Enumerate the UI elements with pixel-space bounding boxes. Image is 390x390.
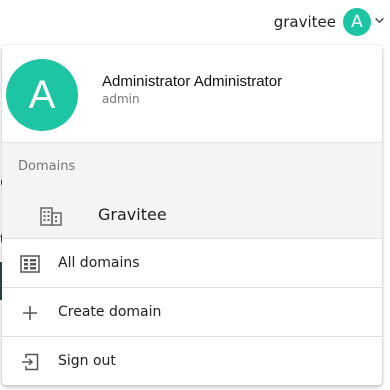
- profile-full-name: Administrator Administrator: [102, 73, 283, 90]
- domain-item-label: Gravitee: [98, 205, 167, 224]
- menu-item-all-domains[interactable]: All domains: [2, 238, 382, 287]
- sign-out-icon: [22, 353, 39, 371]
- menu-item-sign-out[interactable]: Sign out: [2, 336, 382, 385]
- view-grid-icon: [20, 255, 40, 273]
- menu-item-label: Create domain: [58, 304, 162, 320]
- profile-section: A Administrator Administrator admin: [2, 45, 382, 142]
- user-menu: A Administrator Administrator admin Doma…: [2, 45, 382, 385]
- plus-icon: [23, 306, 37, 320]
- profile-username: admin: [102, 92, 140, 106]
- menu-item-label: Sign out: [58, 353, 116, 369]
- building-icon: [40, 207, 62, 226]
- menu-item-label: All domains: [58, 255, 140, 271]
- chevron-down-icon[interactable]: [374, 15, 385, 26]
- user-avatar[interactable]: A: [343, 8, 371, 36]
- user-display-name[interactable]: gravitee: [274, 13, 336, 31]
- domains-section: Domains Gravitee: [2, 142, 382, 238]
- menu-item-create-domain[interactable]: Create domain: [2, 287, 382, 336]
- profile-avatar: A: [6, 59, 78, 131]
- domains-section-label: Domains: [18, 159, 76, 174]
- top-bar: gravitee A: [0, 0, 390, 44]
- domain-item-gravitee[interactable]: Gravitee: [2, 199, 382, 239]
